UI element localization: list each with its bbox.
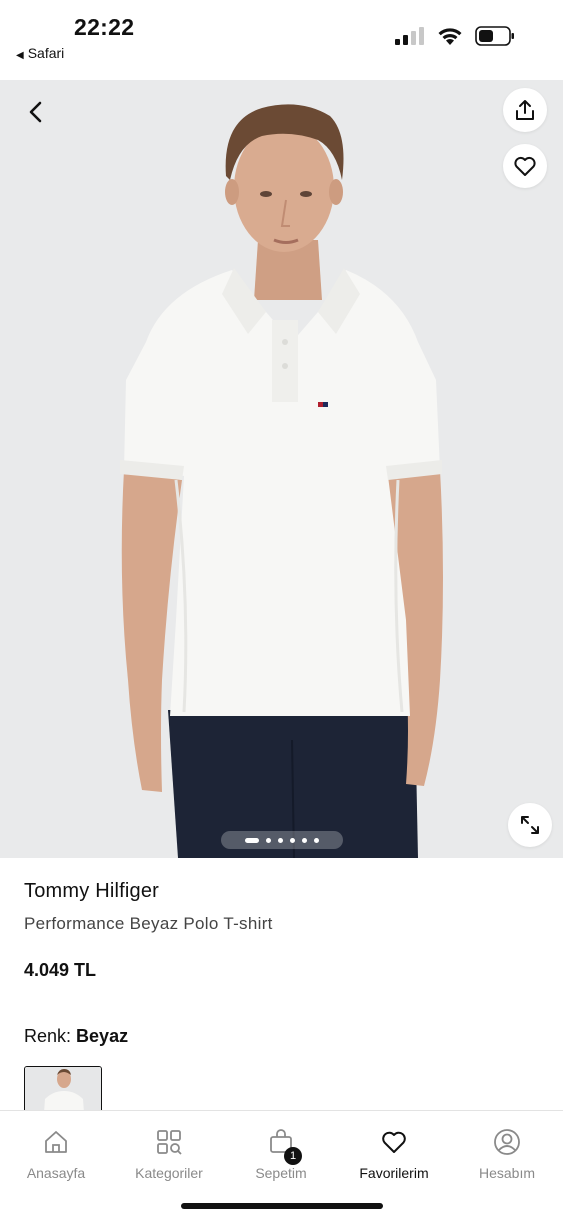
share-icon (516, 100, 534, 120)
back-app-label: Safari (27, 45, 65, 61)
cart-count-badge: 1 (284, 1147, 302, 1165)
tab-kategoriler[interactable]: Kategoriler (113, 1127, 225, 1181)
heart-icon (379, 1127, 409, 1157)
product-brand[interactable]: Tommy Hilfiger (24, 880, 159, 903)
battery-icon (475, 26, 514, 46)
tab-hesabim[interactable]: Hesabım (451, 1127, 563, 1181)
pager-dot-active[interactable] (245, 837, 259, 843)
account-icon (492, 1127, 522, 1157)
product-price: 4.049 TL (24, 960, 97, 980)
back-to-app-link[interactable]: ◀ Safari (16, 45, 64, 61)
back-button[interactable] (20, 96, 52, 128)
tab-label: Anasayfa (26, 1165, 86, 1181)
home-indicator (181, 1203, 383, 1209)
wifi-icon (438, 28, 462, 45)
back-triangle-icon: ◀ (16, 50, 24, 61)
color-selection-label: Renk: Beyaz (24, 1026, 128, 1047)
image-pager[interactable] (221, 831, 343, 849)
expand-image-button[interactable] (508, 803, 552, 847)
cart-icon: 1 (266, 1127, 302, 1165)
categories-icon (154, 1127, 184, 1157)
tab-label: Hesabım (478, 1165, 536, 1181)
heart-icon (514, 156, 536, 176)
pager-dot[interactable] (314, 837, 319, 843)
tab-favorilerim[interactable]: Favorilerim (338, 1127, 450, 1181)
pager-dot[interactable] (290, 837, 295, 843)
share-button[interactable] (503, 88, 547, 132)
tab-label: Kategoriler (135, 1165, 203, 1181)
product-image-gallery[interactable] (0, 80, 563, 858)
color-label: Renk: (24, 1026, 72, 1046)
color-value: Beyaz (76, 1026, 129, 1046)
product-name: Performance Beyaz Polo T-shirt (24, 914, 273, 933)
signal-icon (395, 27, 424, 45)
tab-label: Sepetim (255, 1165, 307, 1181)
favorite-button[interactable] (503, 144, 547, 188)
pager-dot[interactable] (266, 837, 271, 843)
tab-sepetim[interactable]: 1 Sepetim (225, 1127, 337, 1181)
pager-dot[interactable] (278, 837, 283, 843)
tab-anasayfa[interactable]: Anasayfa (0, 1127, 112, 1181)
product-photo (0, 80, 563, 858)
bottom-tab-bar: Anasayfa Kategoriler 1 Sepetim Favoriler… (0, 1110, 563, 1219)
chevron-left-icon (29, 101, 42, 123)
pager-dot[interactable] (302, 837, 307, 843)
status-icons (395, 26, 515, 46)
expand-icon (521, 816, 539, 834)
status-bar: 22:22 ◀ Safari (0, 0, 563, 80)
home-icon (41, 1127, 71, 1157)
status-time: 22:22 (74, 14, 135, 40)
tab-label: Favorilerim (359, 1165, 429, 1181)
